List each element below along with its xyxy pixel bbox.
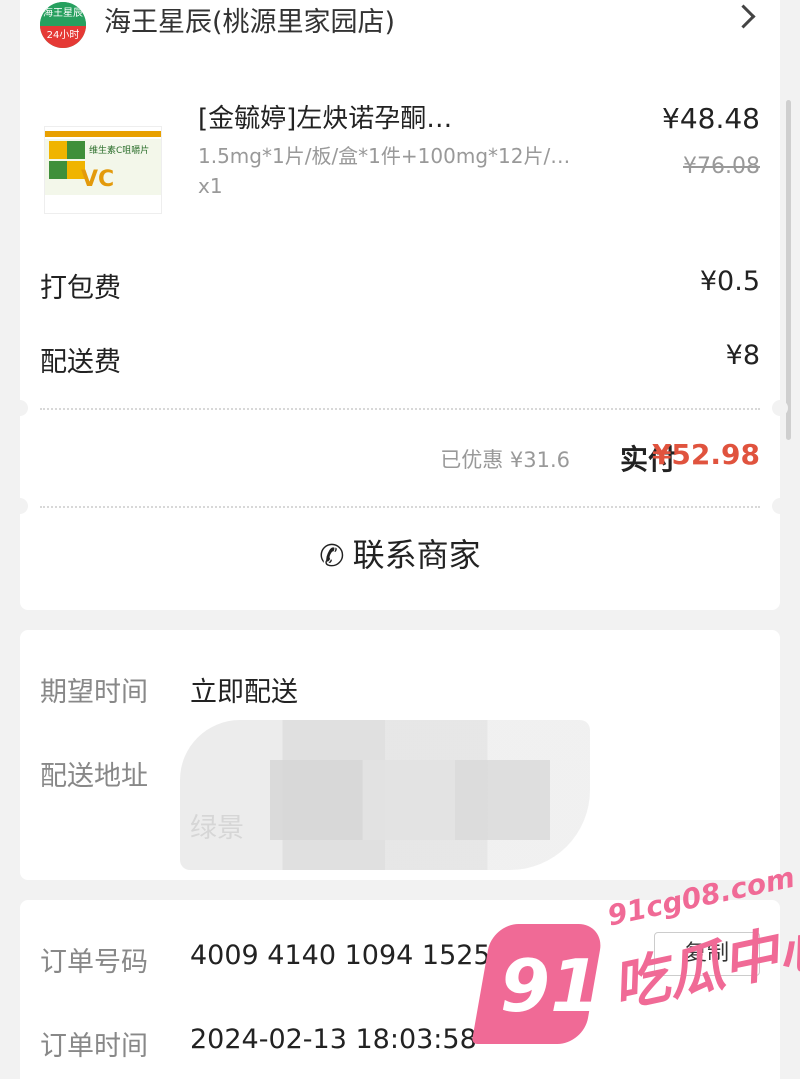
ticket-notch xyxy=(772,498,788,514)
product-spec: 1.5mg*1片/板/盒*1件+100mg*12片/… xyxy=(198,144,571,168)
order-time-label: 订单时间 xyxy=(40,1031,148,1062)
expected-time-label: 期望时间 xyxy=(40,677,148,708)
ticket-notch xyxy=(772,400,788,416)
product-qty: x1 xyxy=(198,174,223,198)
product-original-price: ¥76.08 xyxy=(683,154,760,179)
delivery-fee-label: 配送费 xyxy=(40,347,121,378)
store-name[interactable]: 海王星辰(桃源里家园店) xyxy=(104,4,395,42)
packing-fee-value: ¥0.5 xyxy=(699,266,760,297)
product-image-label: 维生素C咀嚼片 xyxy=(89,146,150,156)
expected-time-value: 立即配送 xyxy=(190,677,298,708)
redacted-address-blur xyxy=(270,760,550,840)
order-time-value: 2024-02-13 18:03:58 xyxy=(190,1024,477,1055)
packing-fee-label: 打包费 xyxy=(40,273,121,304)
address-label: 配送地址 xyxy=(40,761,148,792)
order-number-label: 订单号码 xyxy=(40,947,148,978)
product-image-mark: VC xyxy=(81,167,115,192)
delivery-fee-value: ¥8 xyxy=(725,340,760,371)
scrollbar[interactable] xyxy=(786,100,791,440)
store-order-card: 海王星辰 24小时 海王星辰(桃源里家园店) 维生素C咀嚼片 VC [金毓婷]左… xyxy=(12,0,788,610)
paid-amount: ¥52.98 xyxy=(651,438,760,471)
contact-merchant-label: 联系商家 xyxy=(352,536,481,574)
order-number-value: 4009 4140 1094 1525 23 xyxy=(190,940,534,971)
divider xyxy=(40,506,760,508)
store-header[interactable]: 海王星辰 24小时 海王星辰(桃源里家园店) xyxy=(20,0,780,50)
product-price: ¥48.48 xyxy=(662,102,760,135)
ticket-notch xyxy=(12,498,28,514)
chevron-right-icon[interactable] xyxy=(731,4,756,29)
store-logo-top: 海王星辰 xyxy=(40,2,86,26)
contact-merchant-button[interactable]: ✆ 联系商家 xyxy=(20,530,780,576)
product-name[interactable]: [金毓婷]左炔诺孕酮… xyxy=(198,98,452,135)
watermark-number: 91 xyxy=(500,944,601,1028)
store-logo-bottom: 24小时 xyxy=(40,26,86,48)
store-logo: 海王星辰 24小时 xyxy=(40,2,86,48)
phone-icon: ✆ xyxy=(319,539,345,574)
delivery-info-card: 期望时间 立即配送 配送地址 绿景 xyxy=(20,630,780,880)
divider xyxy=(40,408,760,410)
product-image[interactable]: 维生素C咀嚼片 VC xyxy=(44,126,162,214)
ticket-notch xyxy=(12,400,28,416)
discount-amount: 已优惠 ¥31.6 xyxy=(440,448,570,472)
